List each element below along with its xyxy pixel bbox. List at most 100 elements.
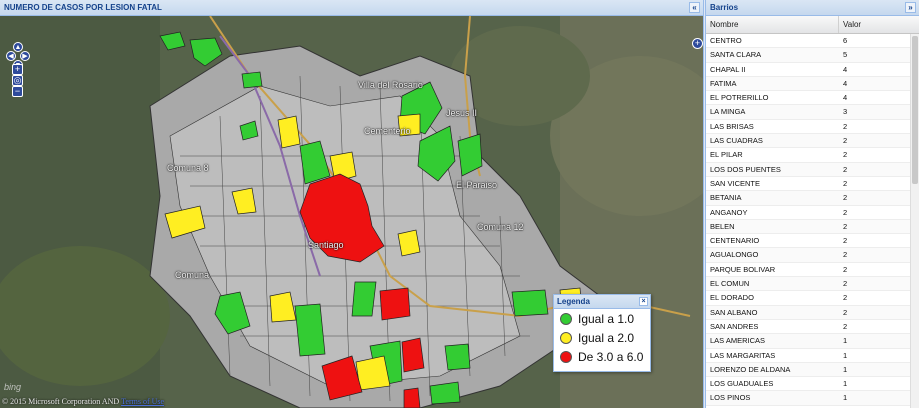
cell-valor: 2 bbox=[843, 321, 848, 331]
legend-item-label: De 3.0 a 6.0 bbox=[578, 349, 644, 364]
cell-valor: 1 bbox=[843, 336, 848, 346]
cell-nombre: CENTRO bbox=[710, 36, 742, 45]
cell-nombre: EL COMUN bbox=[710, 279, 750, 289]
cell-valor: 2 bbox=[843, 207, 848, 217]
copyright-and: AND bbox=[101, 397, 120, 406]
cell-nombre: LAS AMERICAS bbox=[710, 336, 766, 346]
cell-valor: 4 bbox=[843, 64, 848, 74]
cell-valor: 4 bbox=[843, 78, 848, 88]
column-header-nombre[interactable]: Nombre bbox=[706, 16, 839, 33]
grid-scrollbar[interactable] bbox=[910, 34, 919, 408]
table-row[interactable]: CENTENARIO 2 bbox=[706, 234, 910, 249]
table-row[interactable]: SAN ALBANO 2 bbox=[706, 305, 910, 320]
globe-icon[interactable]: ◎ bbox=[12, 75, 23, 86]
table-row[interactable]: EL COMUN 2 bbox=[706, 277, 910, 292]
map-label-comuna-12: Comuna 12 bbox=[477, 222, 524, 232]
zoom-in-icon[interactable]: + bbox=[12, 64, 23, 75]
table-row[interactable]: CENTRO 6 bbox=[706, 34, 910, 49]
cell-valor: 4 bbox=[843, 93, 848, 103]
cell-nombre: LOS GUADUALES bbox=[710, 379, 774, 389]
cell-nombre: ANGANOY bbox=[710, 207, 748, 217]
table-row[interactable]: LAS CUADRAS 2 bbox=[706, 134, 910, 149]
collapse-panel-icon[interactable]: « bbox=[689, 2, 700, 13]
map-label-villa-del-rosario: Villa del Rosario bbox=[358, 80, 423, 90]
table-row[interactable]: LA MINGA 3 bbox=[706, 105, 910, 120]
cell-nombre: LAS MARGARITAS bbox=[710, 350, 776, 360]
map-view[interactable]: Villa del Rosario Comuna 8 Comuna Comuna… bbox=[0, 16, 703, 408]
barrios-panel-title: Barrios bbox=[710, 3, 739, 12]
legend-title: Legenda bbox=[557, 297, 590, 306]
legend-red-swatch-icon bbox=[560, 350, 572, 363]
cell-nombre: CENTENARIO bbox=[710, 236, 760, 246]
cell-valor: 2 bbox=[843, 150, 848, 160]
table-row[interactable]: EL DORADO 2 bbox=[706, 291, 910, 306]
table-row[interactable]: FATIMA 4 bbox=[706, 76, 910, 92]
table-row[interactable]: LOS GUADUALES 1 bbox=[706, 377, 910, 392]
table-row[interactable]: LOS PINOS 1 bbox=[706, 391, 910, 406]
table-row[interactable]: LAS BRISAS 2 bbox=[706, 120, 910, 135]
table-row[interactable]: EL PILAR 2 bbox=[706, 148, 910, 163]
table-row[interactable]: LAS MARGARITAS 1 bbox=[706, 349, 910, 363]
cell-valor: 1 bbox=[843, 350, 848, 360]
cell-nombre: LOS DOS PUENTES bbox=[710, 164, 781, 174]
legend-item: Igual a 1.0 bbox=[554, 309, 650, 328]
legend-panel: Legenda × Igual a 1.0 Igual a 2.0 De 3.0… bbox=[553, 294, 651, 372]
legend-item-label: Igual a 2.0 bbox=[578, 330, 635, 345]
cell-nombre: LAS BRISAS bbox=[710, 121, 754, 131]
table-row[interactable]: LOS DOS PUENTES 2 bbox=[706, 162, 910, 177]
table-row[interactable]: SAN VICENTE 2 bbox=[706, 177, 910, 192]
table-row[interactable]: BELEN 2 bbox=[706, 219, 910, 235]
table-row[interactable]: SANTA CLARA 5 bbox=[706, 48, 910, 63]
collapse-barrios-icon[interactable]: » bbox=[905, 2, 916, 13]
legend-item: Igual a 2.0 bbox=[554, 328, 650, 347]
barrios-panel: Barrios » Nombre Valor CENTRO 6 SANTA CLAR… bbox=[705, 0, 919, 408]
zoom-out-icon[interactable]: − bbox=[12, 86, 23, 97]
cell-valor: 2 bbox=[843, 136, 848, 146]
expand-panel-icon[interactable]: + bbox=[692, 38, 703, 49]
cell-nombre: LAS CUADRAS bbox=[710, 136, 763, 146]
cell-valor: 1 bbox=[843, 379, 848, 389]
map-label-jesus-ii: Jesus II bbox=[446, 108, 478, 118]
cell-valor: 2 bbox=[843, 193, 848, 203]
table-row[interactable]: ANGANOY 2 bbox=[706, 206, 910, 220]
cell-nombre: LOS PINOS bbox=[710, 393, 751, 403]
table-row[interactable]: PARQUE BOLIVAR 2 bbox=[706, 263, 910, 278]
map-panel: NUMERO DE CASOS POR LESION FATAL « Villa… bbox=[0, 0, 704, 408]
cell-valor: 3 bbox=[843, 107, 848, 117]
table-row[interactable]: BETANIA 2 bbox=[706, 191, 910, 206]
cell-valor: 2 bbox=[843, 293, 848, 303]
map-label-cementerio: Cementerio bbox=[364, 126, 411, 136]
cell-valor: 2 bbox=[843, 221, 848, 231]
map-copyright: © 2015 Microsoft Corporation AND Terms o… bbox=[2, 397, 164, 406]
cell-nombre: PARQUE BOLIVAR bbox=[710, 264, 776, 274]
column-header-valor[interactable]: Valor bbox=[839, 16, 907, 33]
legend-yellow-swatch-icon bbox=[560, 331, 572, 344]
table-row[interactable]: SAN ANDRES 2 bbox=[706, 320, 910, 335]
table-row[interactable]: LAS AMERICAS 1 bbox=[706, 334, 910, 349]
pan-up-icon[interactable]: ▲ bbox=[13, 42, 23, 52]
cell-nombre: SANTA CLARA bbox=[710, 50, 762, 60]
cell-nombre: AGUALONGO bbox=[710, 250, 759, 260]
cell-valor: 2 bbox=[843, 178, 848, 188]
cell-nombre: LA MINGA bbox=[710, 107, 746, 117]
table-row[interactable]: CHAPAL II 4 bbox=[706, 63, 910, 77]
pan-left-icon[interactable]: ◀ bbox=[6, 51, 16, 61]
grid-header: Nombre Valor bbox=[706, 16, 919, 34]
map-label-el-paraiso: El Paraiso bbox=[456, 180, 498, 190]
legend-close-icon[interactable]: × bbox=[639, 297, 648, 306]
map-label-santiago: Santiago bbox=[308, 240, 344, 250]
terms-of-use-link[interactable]: Terms of Use bbox=[121, 397, 164, 406]
scrollbar-thumb[interactable] bbox=[912, 36, 918, 184]
cell-nombre: BETANIA bbox=[710, 193, 742, 203]
cell-valor: 2 bbox=[843, 164, 848, 174]
cell-nombre: SAN ALBANO bbox=[710, 307, 758, 317]
cell-nombre: EL PILAR bbox=[710, 150, 743, 160]
legend-item-label: Igual a 1.0 bbox=[578, 311, 635, 326]
table-row[interactable]: LORENZO DE ALDANA 1 bbox=[706, 362, 910, 378]
table-row[interactable]: AGUALONGO 2 bbox=[706, 248, 910, 263]
pan-right-icon[interactable]: ▶ bbox=[20, 51, 30, 61]
cell-valor: 2 bbox=[843, 279, 848, 289]
cell-valor: 5 bbox=[843, 50, 848, 60]
cell-valor: 2 bbox=[843, 121, 848, 131]
table-row[interactable]: EL POTRERILLO 4 bbox=[706, 91, 910, 106]
